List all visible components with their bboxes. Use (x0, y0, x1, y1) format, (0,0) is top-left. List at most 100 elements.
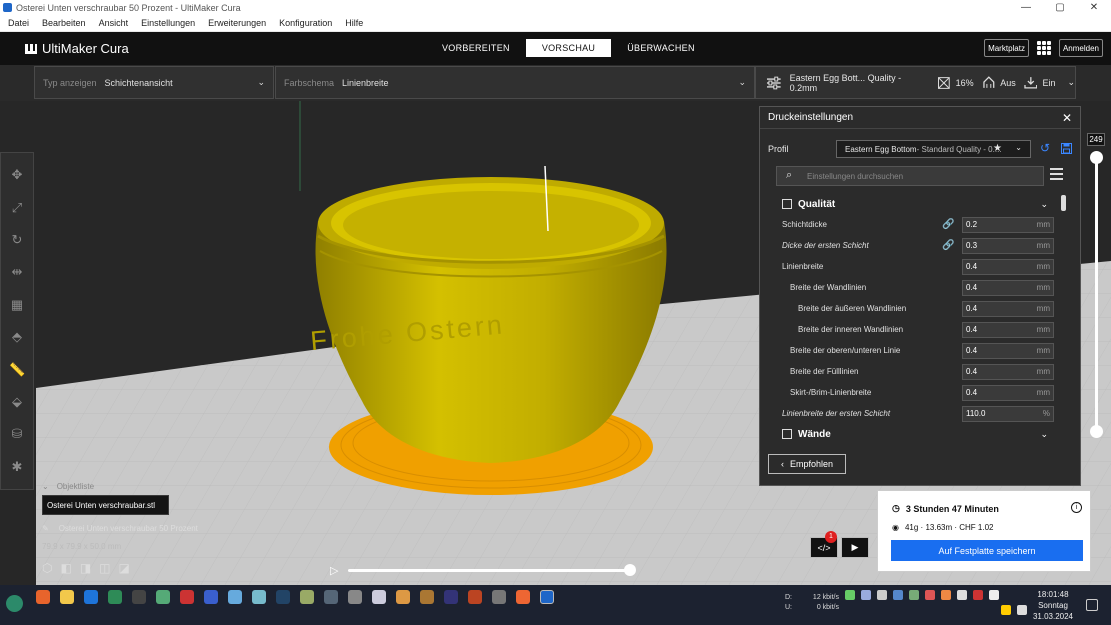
tray-icon-2[interactable] (861, 590, 871, 600)
tray-icon-10[interactable] (989, 590, 999, 600)
category-walls[interactable]: Wände ⌄ (776, 424, 1056, 444)
menu-extensions[interactable]: Erweiterungen (208, 18, 266, 28)
layer-slider[interactable]: 249 (1087, 133, 1105, 438)
menu-configuration[interactable]: Konfiguration (279, 18, 332, 28)
per-model-settings-icon[interactable]: ▦ (9, 297, 25, 313)
pencil-icon[interactable]: ✎ (42, 524, 49, 533)
taskbar-clock[interactable]: 18:01:48 Sonntag 31.03.2024 (1030, 589, 1076, 622)
move-tool-icon[interactable]: ✥ (9, 167, 25, 183)
tray-icon-3[interactable] (877, 590, 887, 600)
layer-slider-lower-handle[interactable] (1090, 425, 1103, 438)
link-icon[interactable]: 🔗 (942, 219, 954, 230)
app-icon-4[interactable] (204, 590, 218, 604)
layer-slider-upper-handle[interactable] (1090, 151, 1103, 164)
layer-slider-track[interactable] (1095, 157, 1098, 433)
app-icon-13[interactable] (420, 590, 434, 604)
menu-help[interactable]: Hilfe (345, 18, 363, 28)
setting-value-input[interactable]: 0.4 mm (962, 342, 1054, 359)
left-view-icon[interactable]: ◫ (99, 561, 110, 575)
object-list-item[interactable]: Osterei Unten verschraubar.stl (42, 495, 169, 515)
star-icon[interactable]: ★ (993, 143, 1002, 154)
tab-preview[interactable]: VORSCHAU (525, 39, 612, 57)
tab-prepare[interactable]: VORBEREITEN (426, 39, 526, 57)
paint-tool-icon[interactable]: ⬙ (9, 394, 25, 410)
app-icon-9[interactable] (324, 590, 338, 604)
excel-icon[interactable] (108, 590, 122, 604)
job-name-row[interactable]: ✎ Osterei Unten verschraubar 50 Prozent (42, 524, 272, 533)
app-icon-12[interactable] (396, 590, 410, 604)
view-type-dropdown[interactable]: Typ anzeigen Schichtenansicht ⌄ (34, 66, 274, 99)
tray-icon-11[interactable] (1001, 605, 1011, 615)
color-scheme-dropdown[interactable]: Farbschema Linienbreite ⌄ (275, 66, 755, 99)
top-view-icon[interactable]: ◨ (80, 561, 91, 575)
tray-icon-7[interactable] (941, 590, 951, 600)
mirror-tool-icon[interactable]: ⇹ (9, 264, 25, 280)
info-icon[interactable]: i (1071, 502, 1082, 513)
recommended-button[interactable]: ‹ Empfohlen (768, 454, 846, 474)
maximize-button[interactable]: ▢ (1043, 2, 1077, 13)
setting-value-input[interactable]: 0.3 mm (962, 237, 1054, 254)
volume-icon[interactable] (1017, 605, 1027, 615)
link-icon[interactable]: 🔗 (942, 240, 954, 251)
support-blocker-icon[interactable]: ⬘ (9, 329, 25, 345)
path-slider-handle[interactable] (624, 563, 636, 576)
scale-tool-icon[interactable]: ⤢ (9, 200, 25, 216)
tab-monitor[interactable]: ÜBERWACHEN (611, 39, 711, 57)
3d-view-icon[interactable]: ⬡ (42, 561, 52, 575)
menu-settings[interactable]: Einstellungen (141, 18, 195, 28)
app-icon-3[interactable] (180, 590, 194, 604)
app-icon-2[interactable] (156, 590, 170, 604)
explorer-icon[interactable] (60, 590, 74, 604)
scrollbar-thumb[interactable] (1061, 195, 1066, 211)
category-quality[interactable]: Qualität ⌄ (776, 194, 1056, 214)
tray-icon-6[interactable] (925, 590, 935, 600)
tray-icon-9[interactable] (973, 590, 983, 600)
app-icon-6[interactable] (252, 590, 266, 604)
setting-value-input[interactable]: 0.4 mm (962, 321, 1054, 338)
app-icon-1[interactable] (132, 590, 146, 604)
object-list-header[interactable]: ⌄ Objektliste (42, 482, 272, 491)
tray-icon-5[interactable] (909, 590, 919, 600)
app-icon-8[interactable] (300, 590, 314, 604)
marketplace-button[interactable]: Marktplatz (984, 39, 1029, 57)
setting-value-input[interactable]: 110.0% (962, 405, 1054, 422)
settings-scrollbar[interactable] (1061, 195, 1067, 447)
print-setup-selector[interactable]: Eastern Egg Bott... Quality - 0.2mm 16% … (755, 66, 1076, 99)
setting-value-input[interactable]: 0.4 mm (962, 258, 1054, 275)
app-icon-15[interactable] (468, 590, 482, 604)
setting-value-input[interactable]: 0.4 mm (962, 384, 1054, 401)
rotate-tool-icon[interactable]: ↻ (9, 232, 25, 248)
slice-info-button[interactable]: </> 1 (810, 531, 838, 558)
right-view-icon[interactable]: ◪ (119, 561, 130, 575)
tray-icon-8[interactable] (957, 590, 967, 600)
tray-icon-4[interactable] (893, 590, 903, 600)
app-icon-16[interactable] (492, 590, 506, 604)
play-preview-button[interactable]: ▶ (841, 537, 869, 558)
settings-search-input[interactable]: Einstellungen durchsuchen (776, 166, 1044, 186)
app-icon-10[interactable] (348, 590, 362, 604)
start-orb-icon[interactable] (6, 595, 23, 612)
setting-value-input[interactable]: 0.2 mm (962, 216, 1054, 233)
app-icon-11[interactable] (372, 590, 386, 604)
front-view-icon[interactable]: ◧ (60, 561, 71, 575)
setting-value-input[interactable]: 0.4 mm (962, 300, 1054, 317)
menu-view[interactable]: Ansicht (99, 18, 129, 28)
signin-button[interactable]: Anmelden (1058, 39, 1103, 57)
custom-supports-icon[interactable]: ✱ (9, 459, 25, 475)
app-icon-14[interactable] (444, 590, 458, 604)
play-icon[interactable]: ▷ (330, 564, 338, 577)
cura-taskbar-icon[interactable] (540, 590, 554, 604)
setting-value-input[interactable]: 0.4 mm (962, 279, 1054, 296)
save-to-disk-button[interactable]: Auf Festplatte speichern (891, 540, 1083, 561)
menu-file[interactable]: Datei (8, 18, 29, 28)
measure-tool-icon[interactable]: 📏 (9, 362, 25, 378)
layer-number[interactable]: 249 (1087, 133, 1105, 146)
app-icon-17[interactable] (516, 590, 530, 604)
app-icon-5[interactable] (228, 590, 242, 604)
close-icon[interactable]: ✕ (1062, 111, 1072, 125)
settings-menu-icon[interactable] (1050, 168, 1063, 181)
apps-grid-icon[interactable] (1036, 41, 1051, 55)
outlook-icon[interactable] (84, 590, 98, 604)
cylinder-tool-icon[interactable]: ⛁ (9, 426, 25, 442)
notification-center-icon[interactable] (1086, 599, 1098, 611)
